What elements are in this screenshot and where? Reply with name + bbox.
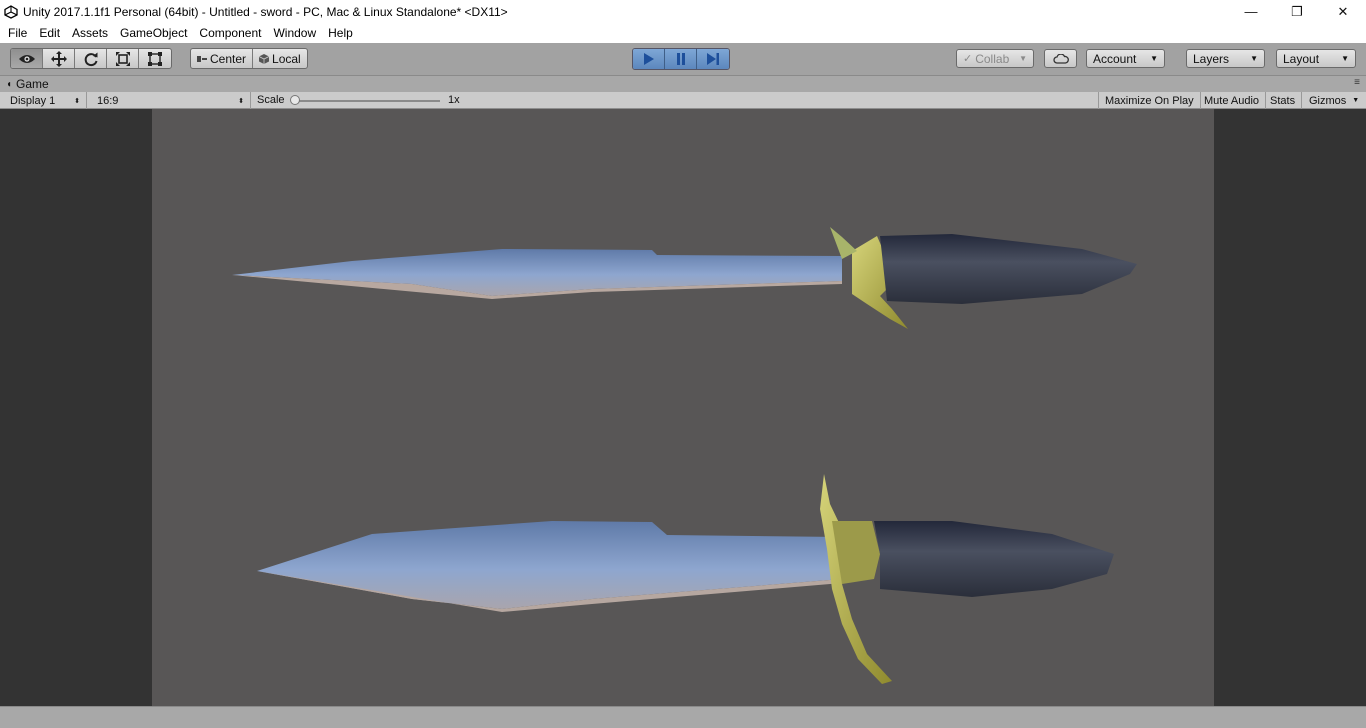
unity-logo-icon	[4, 4, 18, 19]
mute-audio-toggle[interactable]: Mute Audio	[1198, 92, 1267, 109]
game-tab-bar: ◖ Game ≡	[0, 76, 1366, 92]
gizmos-dropdown[interactable]: Gizmos ▼	[1303, 92, 1365, 109]
cube-icon	[259, 53, 270, 64]
step-button[interactable]	[697, 49, 729, 69]
scale-icon	[115, 51, 130, 66]
layers-dropdown[interactable]: Layers ▼	[1186, 49, 1265, 68]
scale-slider-track[interactable]	[296, 100, 440, 102]
menu-gameobject[interactable]: GameObject	[114, 23, 193, 43]
game-control-bar: Display 1 ⬍ 16:9 ⬍ Scale 1x Maximize On …	[0, 92, 1366, 109]
rect-tool-button[interactable]	[139, 49, 171, 68]
scale-value: 1x	[448, 94, 460, 106]
scale-label: Scale	[257, 94, 285, 106]
move-tool-button[interactable]	[43, 49, 75, 68]
pacman-game-icon: ◖	[6, 78, 13, 90]
scene-render	[232, 227, 1137, 684]
pivot-rotation-button[interactable]: Local	[253, 49, 307, 68]
dropdown-caret-icon: ▼	[1341, 54, 1349, 63]
gizmos-label: Gizmos	[1309, 94, 1347, 107]
stepper-icon: ⬍	[238, 97, 244, 105]
sword-bottom	[257, 474, 1114, 684]
game-tab-label: Game	[16, 77, 49, 91]
cloud-icon	[1052, 53, 1069, 64]
menu-component[interactable]: Component	[193, 23, 267, 43]
transform-tools	[10, 48, 172, 69]
mute-label: Mute Audio	[1204, 94, 1260, 107]
layout-dropdown[interactable]: Layout ▼	[1276, 49, 1356, 68]
maximize-on-play-toggle[interactable]: Maximize On Play	[1098, 92, 1201, 109]
restore-button[interactable]: ❐	[1274, 0, 1320, 23]
scale-tool-button[interactable]	[107, 49, 139, 68]
menu-help[interactable]: Help	[322, 23, 359, 43]
layout-label: Layout	[1283, 51, 1320, 66]
step-icon	[707, 53, 719, 65]
stats-label: Stats	[1270, 94, 1296, 107]
stats-toggle[interactable]: Stats	[1264, 92, 1303, 109]
maximize-label: Maximize On Play	[1105, 94, 1194, 107]
window-title: Unity 2017.1.1f1 Personal (64bit) - Unti…	[23, 4, 508, 19]
display-dropdown[interactable]: Display 1 ⬍	[4, 92, 87, 109]
stepper-icon: ⬍	[74, 97, 80, 105]
tab-menu-icon[interactable]: ≡	[1354, 77, 1360, 88]
dropdown-caret-icon: ▼	[1250, 54, 1258, 63]
play-button[interactable]	[633, 49, 665, 69]
main-toolbar: Center Local ✓ Collab ▼ Account ▼ Layers…	[0, 43, 1366, 76]
layers-label: Layers	[1193, 51, 1230, 66]
aspect-dropdown[interactable]: 16:9 ⬍	[91, 92, 251, 109]
cloud-button[interactable]	[1044, 49, 1077, 68]
status-bar	[0, 706, 1366, 728]
aspect-label: 16:9	[97, 94, 119, 107]
pivot-rotation-label: Local	[272, 51, 301, 66]
view-tool-button[interactable]	[11, 49, 43, 68]
window-titlebar: Unity 2017.1.1f1 Personal (64bit) - Unti…	[0, 0, 1366, 23]
dropdown-caret-icon: ▼	[1150, 54, 1158, 63]
checkmark-icon: ✓	[963, 53, 973, 65]
menu-file[interactable]: File	[2, 23, 33, 43]
game-viewport[interactable]	[152, 109, 1214, 706]
collab-button[interactable]: ✓ Collab ▼	[956, 49, 1034, 68]
collab-label: Collab	[975, 51, 1010, 66]
playback-controls	[632, 48, 730, 70]
pivot-toggles: Center Local	[190, 48, 308, 69]
close-button[interactable]: ✕	[1320, 0, 1366, 23]
account-label: Account	[1093, 51, 1137, 66]
account-dropdown[interactable]: Account ▼	[1086, 49, 1165, 68]
dropdown-caret-icon: ▼	[1019, 54, 1027, 63]
eye-icon	[18, 54, 35, 63]
pivot-mode-button[interactable]: Center	[191, 49, 254, 68]
rect-transform-icon	[148, 51, 162, 66]
play-icon	[643, 53, 654, 65]
menu-edit[interactable]: Edit	[33, 23, 66, 43]
rotate-icon	[84, 52, 97, 66]
pivot-mode-label: Center	[210, 51, 247, 66]
menu-assets[interactable]: Assets	[66, 23, 114, 43]
tab-game[interactable]: ◖ Game	[6, 76, 49, 92]
scale-slider-thumb[interactable]	[290, 95, 300, 105]
display-label: Display 1	[10, 94, 56, 107]
sword-top	[232, 227, 1137, 329]
pivot-center-icon	[197, 55, 207, 62]
rotate-tool-button[interactable]	[75, 49, 107, 68]
pause-button[interactable]	[665, 49, 697, 69]
minimize-button[interactable]: —	[1228, 0, 1274, 23]
menu-window[interactable]: Window	[267, 23, 322, 43]
dropdown-caret-icon: ▼	[1352, 97, 1360, 104]
move-arrows-icon	[50, 50, 67, 67]
pause-icon	[676, 53, 685, 65]
menu-bar: File Edit Assets GameObject Component Wi…	[0, 23, 1366, 43]
